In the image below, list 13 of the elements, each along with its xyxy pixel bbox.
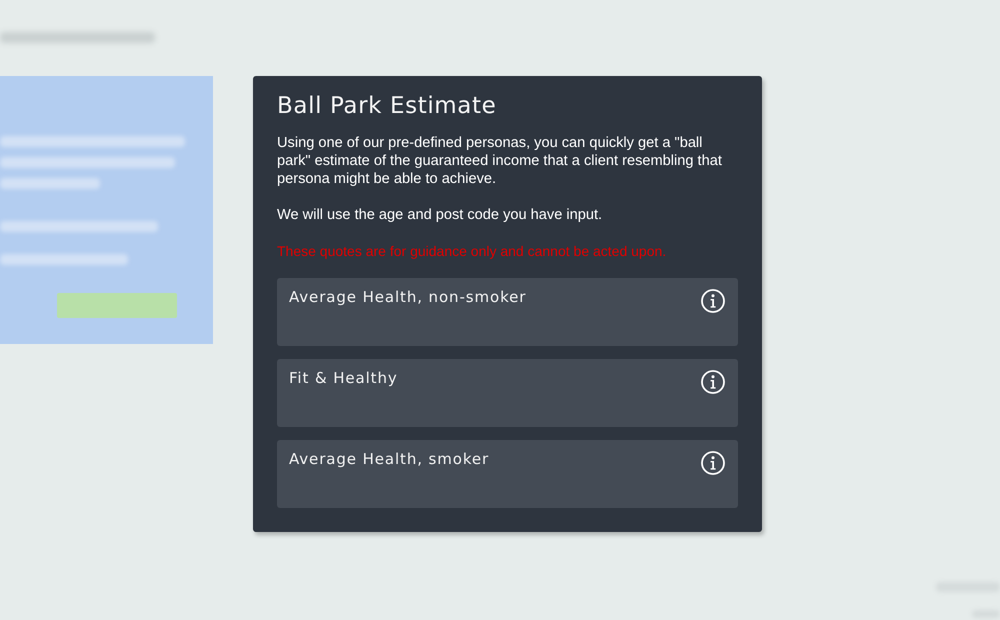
info-icon[interactable]	[701, 289, 725, 313]
persona-label: Average Health, smoker	[289, 449, 490, 469]
info-icon[interactable]	[701, 451, 725, 475]
persona-card[interactable]: Fit & Healthy	[277, 359, 738, 427]
persona-label: Fit & Healthy	[289, 368, 398, 388]
info-icon[interactable]	[701, 370, 725, 394]
persona-card[interactable]: Average Health, non-smoker	[277, 278, 738, 346]
persona-label: Average Health, non-smoker	[289, 287, 526, 307]
description-text: Using one of our pre-defined personas, you can quickly get a "ball park" estimate of the guaranteed income that a client resembling that persona might be able to achieve.	[277, 134, 723, 188]
persona-card[interactable]: Average Health, smoker	[277, 440, 738, 508]
warning-text: These quotes are for guidance only and cannot be acted upon.	[277, 242, 668, 260]
description-text: We will use the age and post code you have input.	[277, 206, 604, 224]
dialog-title: Ball Park Estimate	[277, 92, 498, 121]
